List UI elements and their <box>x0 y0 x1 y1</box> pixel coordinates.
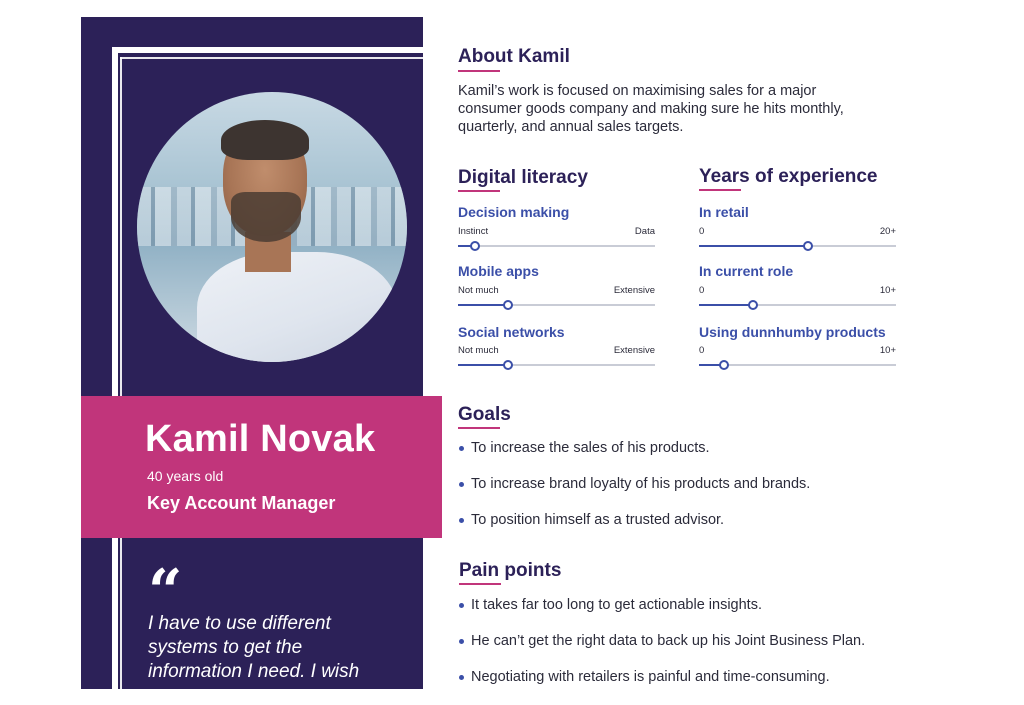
slider-min-label: 0 <box>699 345 705 356</box>
slider-knob <box>803 241 814 251</box>
slider-knob <box>503 360 514 370</box>
list-item: He can’t get the right data to back up h… <box>458 633 865 669</box>
title-underline <box>699 189 741 191</box>
bullet-icon <box>459 482 464 487</box>
metric-label: Social networks <box>458 324 565 340</box>
bullet-icon <box>459 446 464 451</box>
slider-decision-making: Instinct Data <box>458 226 655 251</box>
list-item: To position himself as a trusted advisor… <box>458 512 810 548</box>
bullet-icon <box>459 639 464 644</box>
slider-knob <box>718 360 729 370</box>
list-item: To increase brand loyalty of his product… <box>458 476 810 512</box>
slider-max-label: 20+ <box>879 226 896 237</box>
slider-max-label: Extensive <box>613 285 655 296</box>
bullet-icon <box>459 675 464 680</box>
metric-label: In retail <box>699 204 749 220</box>
slider-max-label: 10+ <box>879 345 896 356</box>
slider-min-label: Not much <box>458 345 499 356</box>
about-text: Kamil’s work is focused on maximising sa… <box>458 83 844 135</box>
metric-label: Using dunnhumby products <box>699 324 886 340</box>
list-item: It takes far too long to get actionable … <box>458 597 865 633</box>
slider-knob <box>503 300 514 310</box>
name-band: Kamil Novak 40 years old Key Account Man… <box>81 396 442 538</box>
metric-label: Decision making <box>458 204 570 220</box>
slider-min-label: 0 <box>699 226 705 237</box>
bullet-icon <box>459 603 464 608</box>
pain-points-title: Pain points <box>459 560 562 581</box>
frame-line <box>120 57 423 59</box>
persona-name: Kamil Novak <box>145 418 376 460</box>
persona-quote: I have to use different systems to get t… <box>148 613 360 682</box>
slider-in-current-role: 0 10+ <box>699 285 896 310</box>
frame-line <box>112 47 423 53</box>
digital-literacy-title: Digital literacy <box>458 167 588 188</box>
metric-label: In current role <box>699 263 794 279</box>
slider-using-dunnhumby-products: 0 10+ <box>699 345 896 370</box>
goals-list: To increase the sales of his products. T… <box>458 440 810 548</box>
about-title: About Kamil <box>458 46 570 67</box>
metric-label: Mobile apps <box>458 263 539 279</box>
list-item: To increase the sales of his products. <box>458 440 810 476</box>
frame-line <box>120 57 122 689</box>
slider-knob <box>748 300 759 310</box>
slider-min-label: Not much <box>458 285 499 296</box>
slider-min-label: 0 <box>699 285 705 296</box>
slider-max-label: 10+ <box>879 285 896 296</box>
slider-max-label: Extensive <box>613 345 655 356</box>
slider-max-label: Data <box>634 226 655 237</box>
avatar <box>137 92 407 362</box>
slider-social-networks: Not much Extensive <box>458 345 655 370</box>
experience-title: Years of experience <box>699 166 878 187</box>
slider-in-retail: 0 20+ <box>699 226 896 251</box>
goals-title: Goals <box>458 404 511 425</box>
title-underline <box>458 190 500 192</box>
slider-min-label: Instinct <box>458 226 489 237</box>
persona-age: 40 years old <box>147 468 224 484</box>
title-underline <box>458 70 500 72</box>
title-underline <box>459 583 501 585</box>
title-underline <box>458 427 500 429</box>
frame-line <box>112 47 118 689</box>
bullet-icon <box>459 518 464 523</box>
slider-knob <box>469 241 480 251</box>
slider-mobile-apps: Not much Extensive <box>458 285 655 310</box>
list-item: Negotiating with retailers is painful an… <box>458 669 865 705</box>
persona-role: Key Account Manager <box>147 493 336 513</box>
